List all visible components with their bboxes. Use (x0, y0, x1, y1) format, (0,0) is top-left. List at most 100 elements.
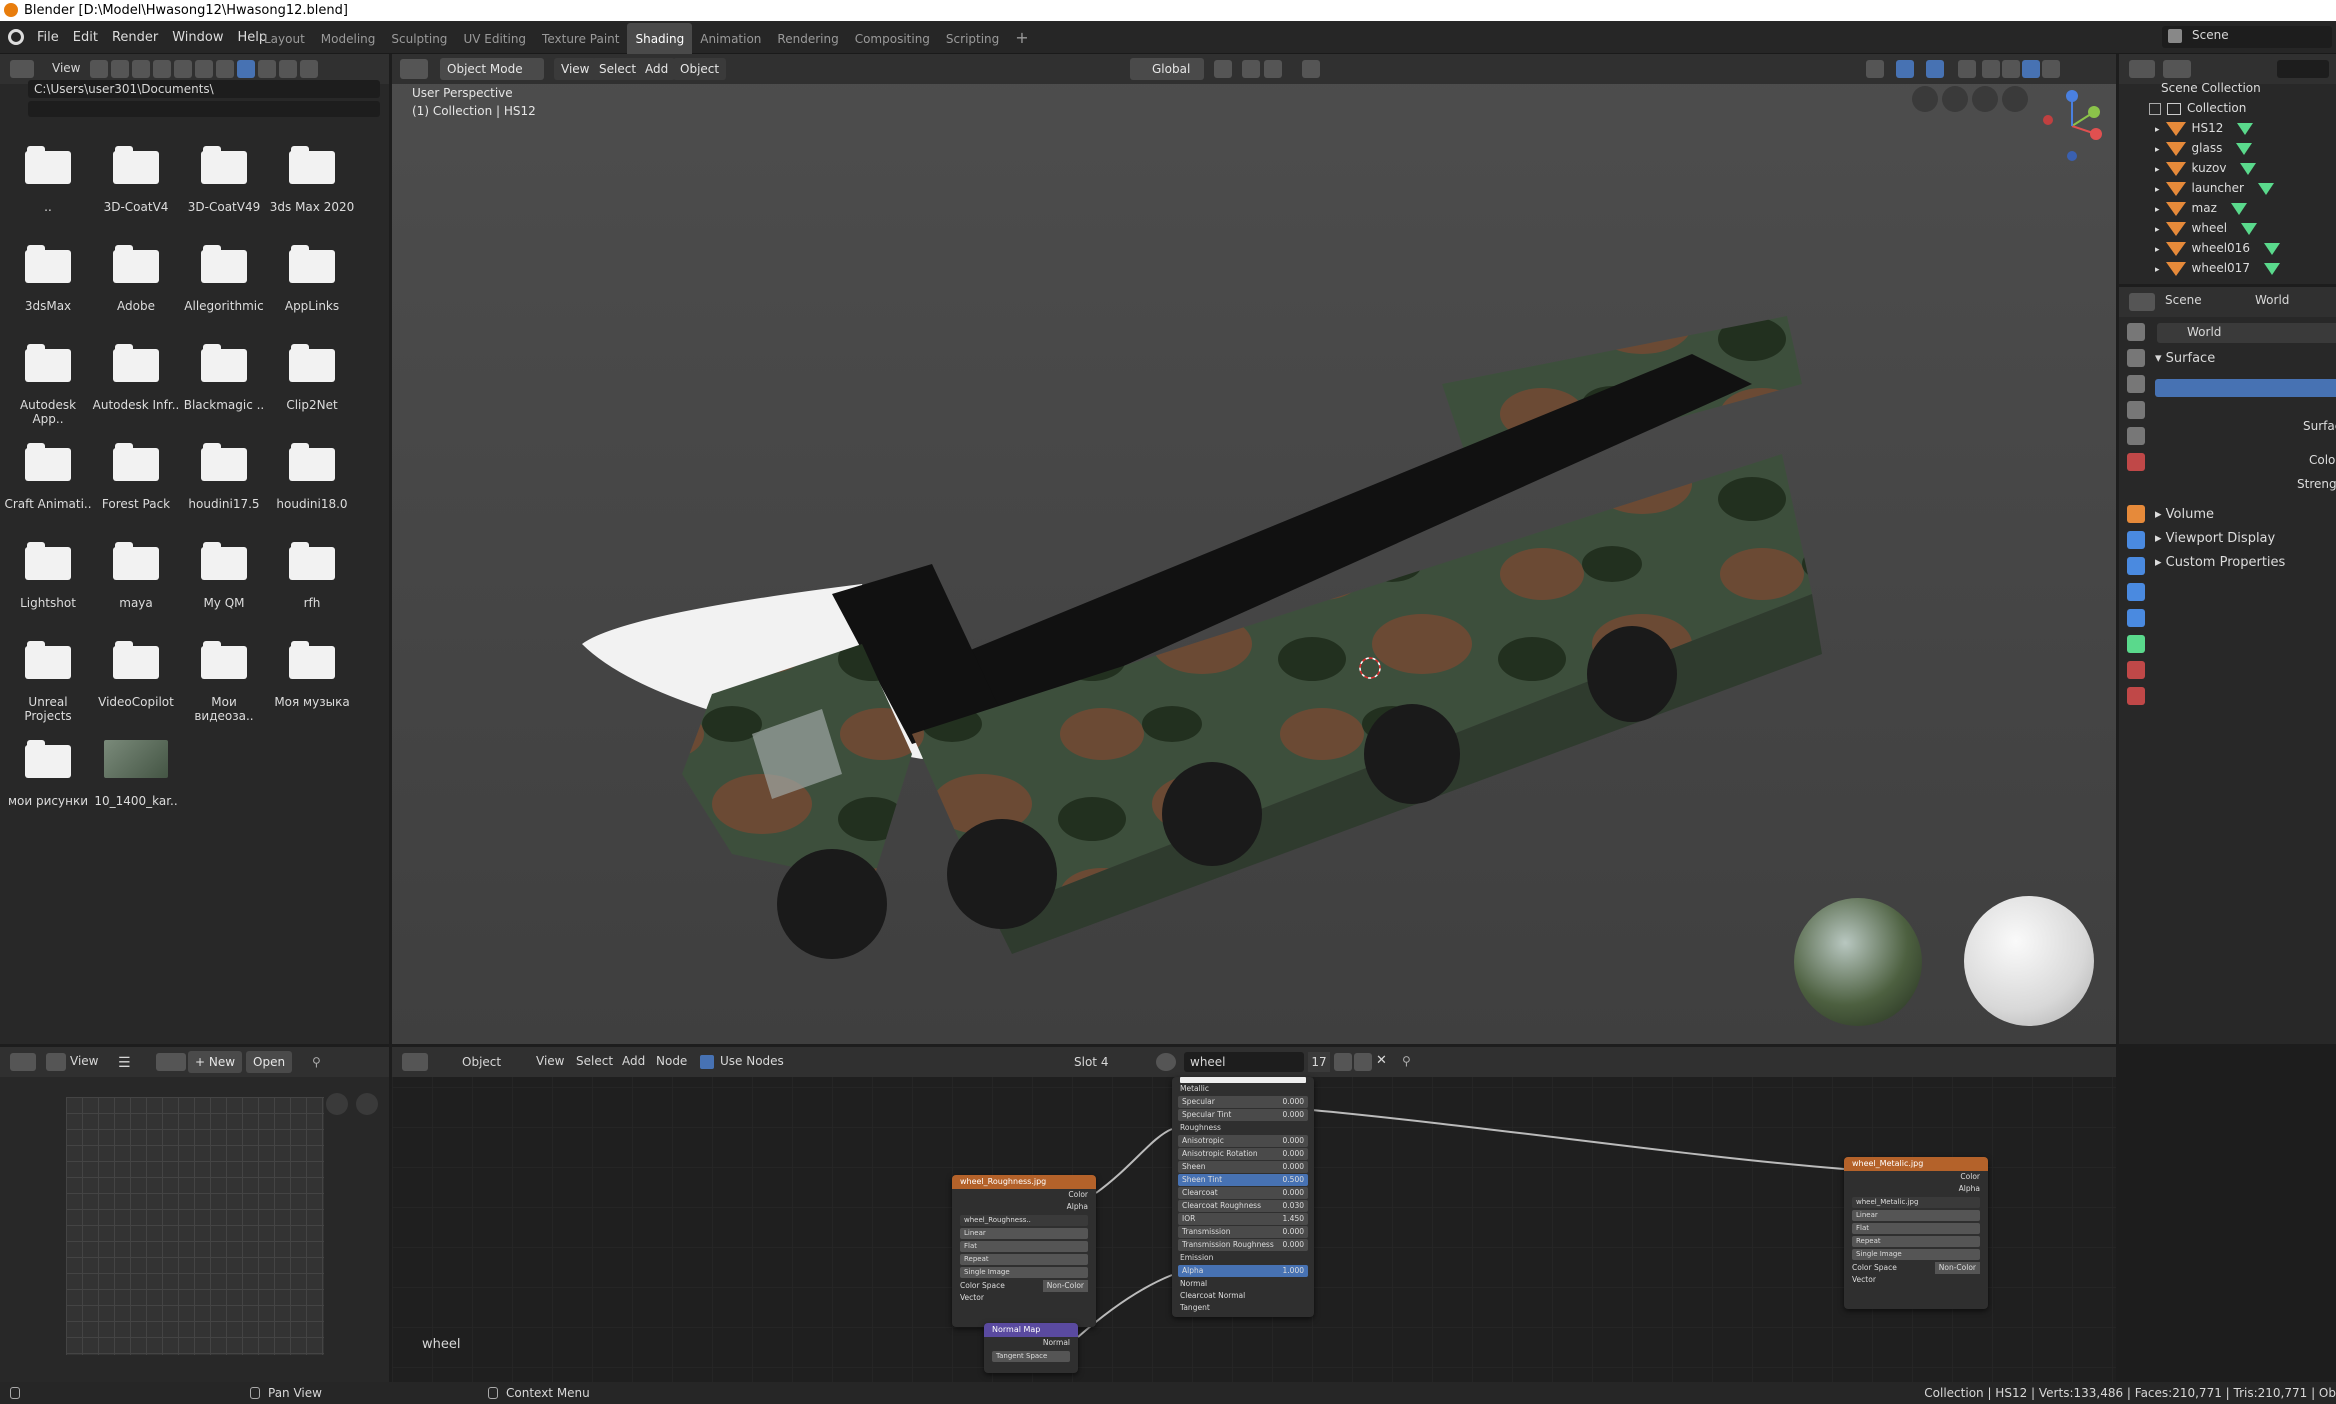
shader-node-editor[interactable]: Object View Select Add Node Use Nodes Sl… (392, 1047, 2116, 1382)
expand-arrow-icon[interactable]: ▸ (2155, 225, 2160, 235)
folder-item[interactable]: Allegorithmic (180, 245, 268, 313)
roughness-extension-dropdown[interactable]: Repeat (960, 1254, 1088, 1265)
bsdf-input-sheen[interactable]: Sheen 0.000 (1178, 1161, 1308, 1173)
metallic-colorspace-row[interactable]: Color Space Non-Color (1844, 1262, 1988, 1274)
image-mode-icon[interactable] (46, 1053, 66, 1071)
new-folder-icon[interactable] (174, 60, 192, 78)
outliner-item-glass[interactable]: ▸ glass (2155, 138, 2336, 158)
mesh-data-icon[interactable] (2240, 162, 2257, 175)
metallic-extension-dropdown[interactable]: Repeat (1852, 1236, 1980, 1247)
folder-item[interactable]: Unreal Projects (4, 641, 92, 723)
bsdf-input-clearcoat-normal[interactable]: Clearcoat Normal (1172, 1290, 1314, 1302)
folder-item[interactable]: мои рисунки (4, 740, 92, 808)
mesh-data-icon[interactable] (2257, 182, 2274, 195)
outliner-item-wheel017[interactable]: ▸ wheel017 (2155, 258, 2336, 278)
checkbox-icon[interactable] (2149, 102, 2161, 115)
bsdf-input-specular-tint[interactable]: Specular Tint 0.000 (1178, 1109, 1308, 1121)
hwasong12-model[interactable] (392, 54, 2116, 1044)
image-browse-icon[interactable] (156, 1053, 186, 1071)
sort-icon[interactable] (237, 60, 255, 78)
outliner-item-launcher[interactable]: ▸ launcher (2155, 178, 2336, 198)
outliner-item-wheel[interactable]: ▸ wheel (2155, 218, 2336, 238)
mesh-data-icon[interactable] (2263, 242, 2280, 255)
add-workspace-icon[interactable]: + (1007, 21, 1036, 54)
folder-item[interactable]: Forest Pack (92, 443, 180, 511)
metallic-interpolation-dropdown[interactable]: Linear (1852, 1210, 1980, 1221)
expand-arrow-icon[interactable]: ▸ (2155, 125, 2160, 135)
folder-item[interactable]: My QM (180, 542, 268, 610)
folder-item[interactable]: maya (92, 542, 180, 610)
3d-viewport[interactable]: Object Mode View Select Add Object Globa… (392, 54, 2116, 1044)
world-datablock-field[interactable]: World (2157, 323, 2336, 343)
menu-window[interactable]: Window (165, 21, 230, 54)
tab-scripting[interactable]: Scripting (938, 23, 1007, 56)
tool-tab-icon[interactable] (2127, 323, 2145, 341)
menu-render[interactable]: Render (105, 21, 165, 54)
tab-texture-paint[interactable]: Texture Paint (534, 23, 627, 56)
folder-item[interactable]: Autodesk Infr.. (92, 344, 180, 412)
data-tab-icon[interactable] (2127, 635, 2145, 653)
outliner-item-maz[interactable]: ▸ maz (2155, 198, 2336, 218)
folder-item[interactable]: 3D-CoatV49 (180, 146, 268, 214)
folder-item[interactable]: Clip2Net (268, 344, 356, 412)
bsdf-input-sheen-tint[interactable]: Sheen Tint 0.500 (1178, 1174, 1308, 1186)
bsdf-input-roughness[interactable]: Roughness (1172, 1122, 1314, 1134)
folder-item[interactable]: houdini17.5 (180, 443, 268, 511)
thumbnail-view-icon[interactable] (216, 60, 234, 78)
outliner-item-HS12[interactable]: ▸ HS12 (2155, 118, 2336, 138)
uv-grid[interactable] (66, 1097, 324, 1355)
bsdf-input-transmission[interactable]: Transmission 0.000 (1178, 1226, 1308, 1238)
filter-icon[interactable] (258, 60, 276, 78)
tab-sculpting[interactable]: Sculpting (383, 23, 455, 56)
pan-hand-icon[interactable] (326, 1093, 348, 1115)
pin-icon[interactable]: ⚲ (312, 1055, 321, 1069)
roughness-image-field[interactable]: wheel_Roughness.. (960, 1215, 1088, 1226)
mesh-data-icon[interactable] (2240, 222, 2257, 235)
parent-dir-icon[interactable] (132, 60, 150, 78)
folder-item[interactable]: 3dsMax (4, 245, 92, 313)
blender-menu-icon[interactable] (8, 29, 24, 45)
constraints-tab-icon[interactable] (2127, 609, 2145, 627)
view-layer-tab-icon[interactable] (2127, 401, 2145, 419)
folder-item[interactable]: Blackmagic .. (180, 344, 268, 412)
editor-type-icon[interactable] (2129, 293, 2155, 311)
folder-item[interactable]: houdini18.0 (268, 443, 356, 511)
open-image-button[interactable]: Open (246, 1051, 293, 1073)
bsdf-input-anisotropic[interactable]: Anisotropic 0.000 (1178, 1135, 1308, 1147)
scene-tab-icon[interactable] (2127, 427, 2145, 445)
folder-item[interactable]: VideoCopilot (92, 641, 180, 709)
expand-arrow-icon[interactable]: ▸ (2155, 145, 2160, 155)
folder-item[interactable]: Мои видеоза.. (180, 641, 268, 723)
normal-map-node[interactable]: Normal Map Normal Tangent Space (984, 1323, 1078, 1373)
object-tab-icon[interactable] (2127, 505, 2145, 523)
normal-map-space-dropdown[interactable]: Tangent Space (992, 1351, 1070, 1362)
normal-map-node-title[interactable]: Normal Map (984, 1323, 1078, 1337)
tab-shading[interactable]: Shading (627, 23, 693, 56)
bsdf-input-tangent[interactable]: Tangent (1172, 1302, 1314, 1314)
tab-layout[interactable]: Layout (256, 23, 313, 56)
image-file-item[interactable]: 10_1400_kar.. (92, 740, 180, 808)
editor-type-icon[interactable] (10, 1053, 36, 1071)
metallic-colorspace-value[interactable]: Non-Color (1934, 1262, 1980, 1274)
scene-breadcrumb[interactable]: Scene (2165, 293, 2202, 307)
folder-item[interactable]: Adobe (92, 245, 180, 313)
custom-properties-panel-header[interactable]: ▸ Custom Properties (2155, 555, 2285, 570)
list-view-icon[interactable] (195, 60, 213, 78)
bsdf-input-normal[interactable]: Normal (1172, 1278, 1314, 1290)
outliner-search-input[interactable] (2277, 60, 2329, 78)
roughness-node-title[interactable]: wheel_Roughness.jpg (952, 1175, 1096, 1189)
scene-selector[interactable]: Scene (2162, 26, 2332, 48)
bsdf-input-alpha[interactable]: Alpha 1.000 (1178, 1265, 1308, 1277)
principled-bsdf-node[interactable]: Metallic Specular 0.000 Specular Tint 0.000 R… (1172, 1077, 1314, 1317)
new-image-button[interactable]: + New (188, 1051, 243, 1073)
image-view-menu[interactable]: View (70, 1054, 98, 1068)
metallic-source-dropdown[interactable]: Single Image (1852, 1249, 1980, 1260)
hidden-files-icon[interactable] (279, 60, 297, 78)
tab-modeling[interactable]: Modeling (313, 23, 384, 56)
back-icon[interactable] (90, 60, 108, 78)
metallic-projection-dropdown[interactable]: Flat (1852, 1223, 1980, 1234)
parent-directory-item[interactable]: .. (4, 146, 92, 214)
display-mode-icon[interactable] (2163, 60, 2191, 78)
zoom-icon[interactable] (356, 1093, 378, 1115)
bsdf-input-transmission-roughness[interactable]: Transmission Roughness 0.000 (1178, 1239, 1308, 1251)
